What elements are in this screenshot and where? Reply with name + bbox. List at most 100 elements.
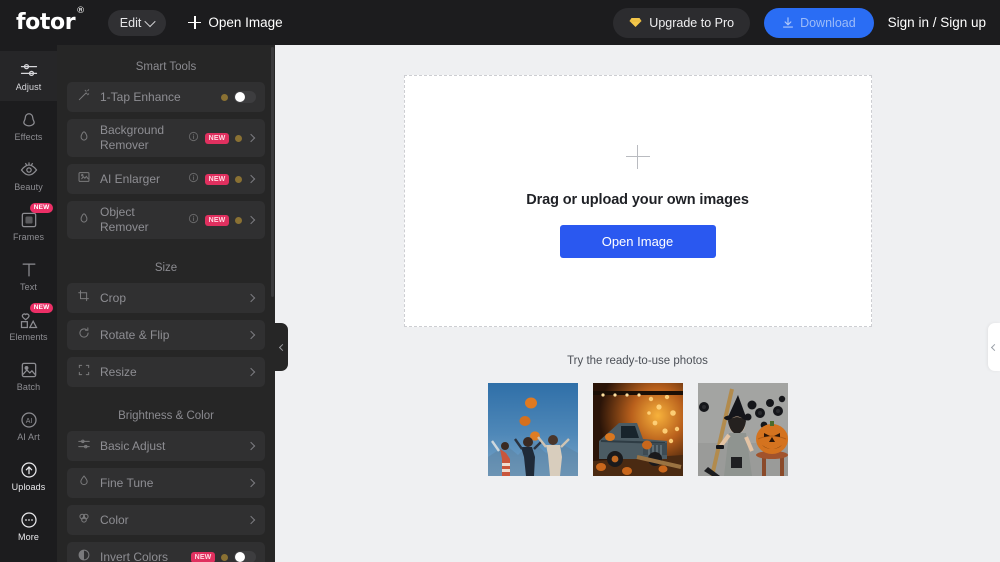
chevron-left-icon bbox=[990, 343, 999, 351]
thumbnail-kids-tossing-pumpkins[interactable] bbox=[487, 383, 578, 476]
tools-section-title: Size bbox=[154, 262, 178, 274]
upload-cloud-icon bbox=[19, 460, 39, 480]
tool-row-controls bbox=[246, 367, 256, 377]
download-label: Download bbox=[800, 15, 856, 30]
tool-row-background-remover[interactable]: Background Remover NEW bbox=[67, 119, 265, 157]
tool-row-controls: NEW bbox=[188, 129, 256, 147]
tool-row-label: Object Remover bbox=[100, 205, 149, 234]
sidebar-item-batch[interactable]: Batch bbox=[0, 351, 57, 401]
tool-row-fine-tune[interactable]: Fine Tune bbox=[67, 468, 265, 498]
tool-row-label: Resize bbox=[100, 364, 137, 379]
edit-menu-button[interactable]: Edit bbox=[107, 9, 167, 36]
batch-image-icon bbox=[19, 360, 39, 380]
enlarge-image-icon bbox=[77, 170, 100, 189]
sidebar-item-label: Batch bbox=[16, 382, 41, 392]
tool-row-invert-colors[interactable]: Invert Colors NEW bbox=[67, 542, 265, 562]
edit-menu-label: Edit bbox=[119, 15, 142, 30]
eraser-icon bbox=[77, 129, 100, 148]
open-image-header-label: Open Image bbox=[208, 15, 283, 30]
left-nav-rail: Adjust Effects Beauty Frames NEW Text Elements… bbox=[0, 45, 57, 562]
chevron-right-icon bbox=[246, 133, 256, 143]
download-icon bbox=[783, 16, 794, 28]
sidebar-item-label: Adjust bbox=[15, 82, 42, 92]
info-icon[interactable] bbox=[188, 170, 199, 188]
chevron-right-icon bbox=[246, 174, 256, 184]
chevron-right-icon bbox=[246, 478, 256, 488]
droplet-icon bbox=[77, 474, 100, 493]
chevron-left-icon bbox=[278, 343, 286, 351]
ai-circle-icon: AI bbox=[19, 410, 39, 430]
tool-row-controls bbox=[246, 293, 256, 303]
header-actions: Upgrade to Pro Download Sign in / Sign u… bbox=[613, 7, 986, 38]
sidebar-item-beauty[interactable]: Beauty bbox=[0, 151, 57, 201]
thumbnail-vintage-truck-pumpkins[interactable] bbox=[592, 383, 683, 476]
pro-dot-badge bbox=[235, 175, 242, 183]
pro-dot-badge bbox=[235, 216, 242, 224]
sidebar-item-ai-art[interactable]: AI AI Art bbox=[0, 401, 57, 451]
tool-row-controls bbox=[221, 91, 256, 103]
new-badge: NEW bbox=[205, 173, 229, 185]
tool-row-crop[interactable]: Crop bbox=[67, 283, 265, 313]
pro-dot-badge bbox=[221, 93, 228, 101]
tool-row-1-tap-enhance[interactable]: 1-Tap Enhance bbox=[67, 82, 265, 112]
tool-row-label: Color bbox=[100, 512, 129, 527]
sidebar-item-label: Text bbox=[20, 282, 37, 292]
tool-row-label: Background Remover bbox=[100, 123, 165, 152]
chevron-right-icon bbox=[246, 515, 256, 525]
sidebar-item-uploads[interactable]: Uploads bbox=[0, 451, 57, 501]
tool-row-basic-adjust[interactable]: Basic Adjust bbox=[67, 431, 265, 461]
tool-toggle-switch[interactable] bbox=[234, 91, 256, 103]
collapse-right-panel-handle[interactable] bbox=[988, 323, 1000, 371]
tool-row-label: Basic Adjust bbox=[100, 438, 166, 453]
sidebar-item-elements[interactable]: Elements NEW bbox=[0, 301, 57, 351]
tools-panel-scrollbar[interactable] bbox=[271, 47, 274, 297]
kids-tossing-pumpkins-blue-sky bbox=[487, 383, 578, 476]
tool-row-resize[interactable]: Resize bbox=[67, 357, 265, 387]
chevron-right-icon bbox=[246, 330, 256, 340]
sidebar-item-effects[interactable]: Effects bbox=[0, 101, 57, 151]
chevron-right-icon bbox=[246, 367, 256, 377]
tool-row-ai-enlarger[interactable]: AI Enlarger NEW bbox=[67, 164, 265, 194]
eye-icon bbox=[19, 160, 39, 180]
open-image-header-button[interactable]: Open Image bbox=[188, 15, 283, 30]
tool-row-color[interactable]: Color bbox=[67, 505, 265, 535]
color-wheel-icon bbox=[77, 511, 100, 530]
tool-row-controls: NEW bbox=[188, 170, 256, 188]
chevron-right-icon bbox=[246, 215, 256, 225]
sign-in-sign-up-link[interactable]: Sign in / Sign up bbox=[888, 15, 986, 30]
sidebar-item-label: Frames bbox=[12, 232, 45, 242]
tool-row-rotate-flip[interactable]: Rotate & Flip bbox=[67, 320, 265, 350]
sidebar-item-more[interactable]: More bbox=[0, 501, 57, 551]
tool-toggle-switch[interactable] bbox=[234, 551, 256, 562]
shapes-icon bbox=[19, 310, 39, 330]
frame-icon bbox=[19, 210, 39, 230]
image-dropzone[interactable]: Drag or upload your own images Open Imag… bbox=[403, 75, 872, 327]
tool-row-label: Fine Tune bbox=[100, 475, 154, 490]
magic-wand-icon bbox=[19, 110, 39, 130]
thumbnail-girl-witch-costume[interactable] bbox=[697, 383, 788, 476]
new-badge: NEW bbox=[205, 214, 229, 226]
upgrade-to-pro-button[interactable]: Upgrade to Pro bbox=[613, 7, 751, 38]
sidebar-item-adjust[interactable]: Adjust bbox=[0, 51, 57, 101]
info-icon[interactable] bbox=[188, 211, 199, 229]
crop-icon bbox=[77, 289, 100, 308]
magic-wand-icon bbox=[77, 88, 100, 107]
sidebar-item-frames[interactable]: Frames NEW bbox=[0, 201, 57, 251]
tool-row-controls bbox=[246, 478, 256, 488]
chevron-down-icon bbox=[144, 15, 156, 27]
collapse-tools-panel-handle[interactable] bbox=[275, 323, 288, 371]
download-button[interactable]: Download bbox=[764, 7, 874, 38]
resize-frame-icon bbox=[77, 363, 100, 382]
info-icon[interactable] bbox=[188, 129, 199, 147]
tool-row-object-remover[interactable]: Object Remover NEW bbox=[67, 201, 265, 239]
sliders-icon bbox=[19, 60, 39, 80]
tool-row-controls bbox=[246, 441, 256, 451]
fotor-logo[interactable]: fotor® bbox=[16, 6, 85, 35]
sidebar-item-label: Effects bbox=[14, 132, 43, 142]
tool-row-controls bbox=[246, 330, 256, 340]
tools-section-title: Smart Tools bbox=[135, 61, 197, 73]
invert-icon bbox=[77, 548, 100, 562]
sidebar-item-label: Beauty bbox=[14, 182, 43, 192]
open-image-button[interactable]: Open Image bbox=[559, 224, 716, 258]
sidebar-item-text[interactable]: Text bbox=[0, 251, 57, 301]
